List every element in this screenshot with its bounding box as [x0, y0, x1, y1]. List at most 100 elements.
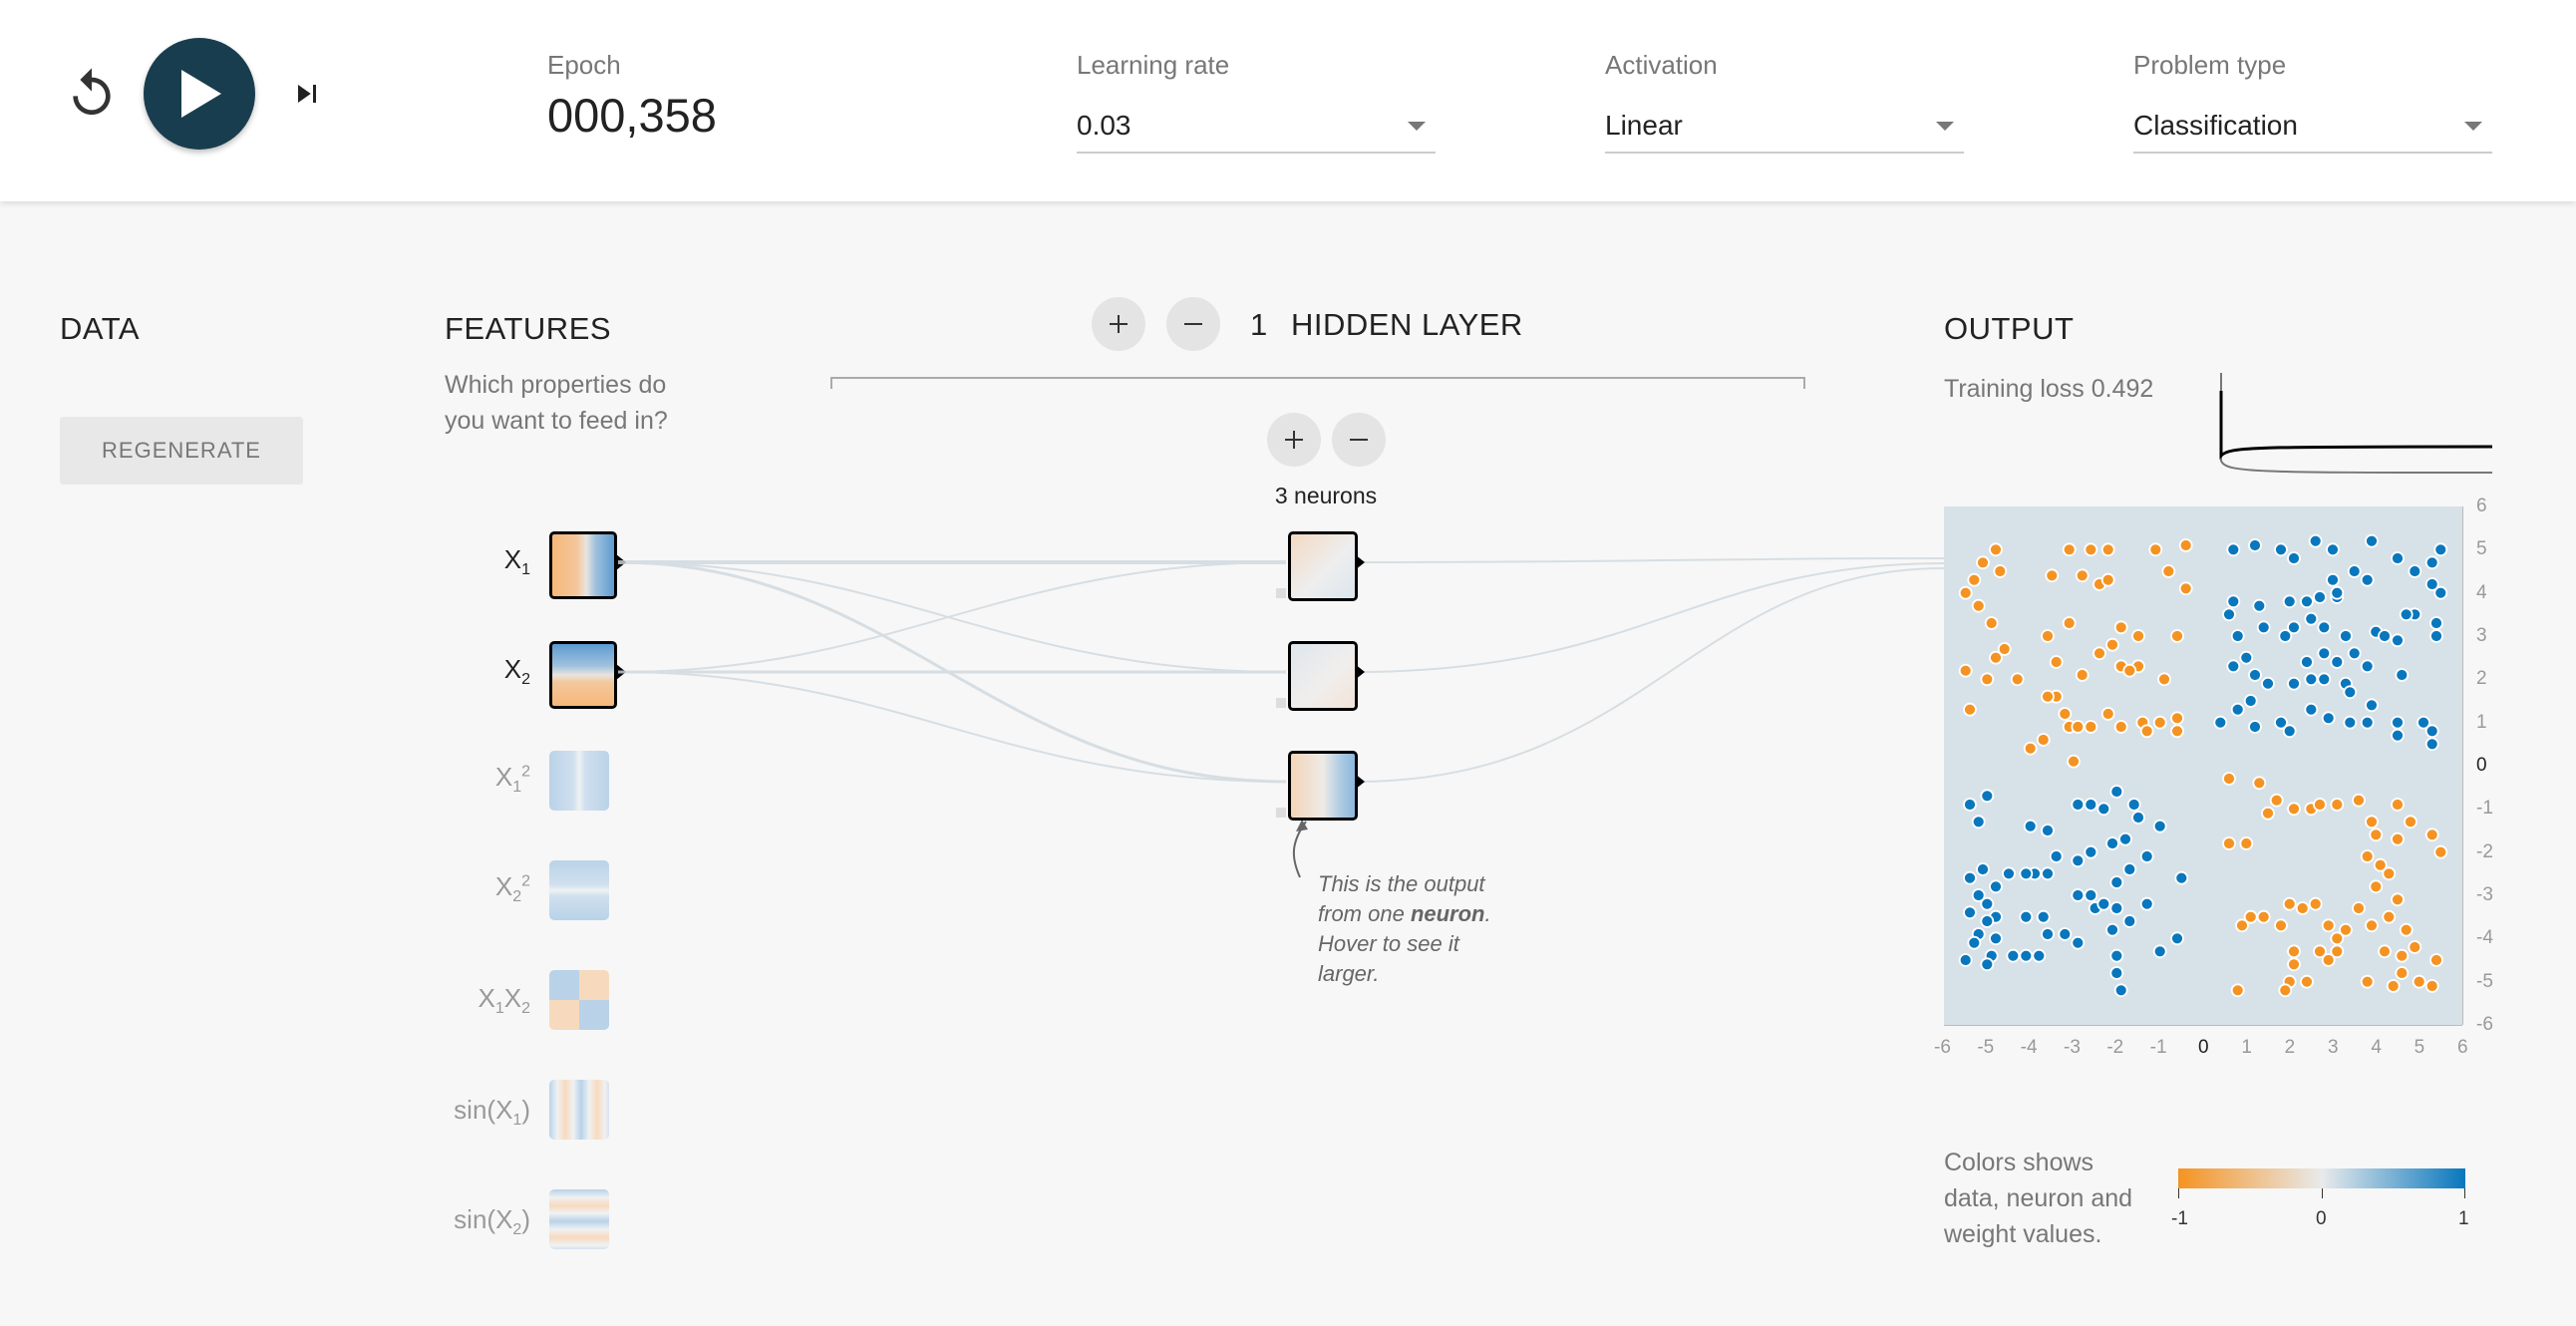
data-point-orange [2378, 944, 2392, 959]
step-button[interactable] [289, 76, 325, 112]
hidden-neuron-3[interactable] [1288, 751, 1358, 821]
data-point-orange [2408, 940, 2422, 954]
data-point-blue [2248, 720, 2262, 734]
data-point-blue [2321, 711, 2336, 726]
data-point-orange [2084, 542, 2098, 557]
data-point-orange [2230, 983, 2245, 998]
data-point-blue [2058, 927, 2073, 941]
x-tick-label: -5 [1977, 1037, 1995, 1058]
data-point-orange [2131, 629, 2145, 643]
data-point-blue [2084, 798, 2098, 812]
data-point-orange [1971, 598, 1986, 613]
dropdown-caret-icon [1408, 122, 1426, 131]
data-point-blue [1967, 935, 1982, 950]
data-point-orange [2075, 668, 2090, 682]
play-button[interactable] [144, 38, 255, 150]
data-point-orange [2222, 772, 2236, 786]
data-point-blue [2360, 659, 2375, 674]
y-tick-label: 3 [2476, 625, 2487, 646]
data-point-orange [2113, 720, 2128, 734]
data-point-blue [2317, 620, 2332, 635]
x-tick-label: -3 [2064, 1037, 2081, 1058]
note-line: Hover to see it [1318, 931, 1459, 956]
data-point-orange [2100, 542, 2115, 557]
data-point-blue [2071, 935, 2086, 950]
data-point-blue [2109, 966, 2124, 980]
x-axis-line [1944, 1025, 2462, 1026]
data-point-orange [2041, 629, 2055, 643]
data-point-orange [2100, 707, 2115, 721]
data-point-blue [2317, 646, 2332, 661]
data-point-orange [2424, 828, 2439, 842]
data-point-orange [2330, 798, 2345, 812]
data-point-orange [2321, 918, 2336, 933]
data-point-orange [2282, 896, 2297, 911]
x-tick-label: -6 [1934, 1037, 1951, 1058]
color-scale-tick [2178, 1188, 2179, 1198]
data-point-blue [2424, 737, 2439, 752]
data-point-orange [2278, 983, 2293, 998]
y-tick-label: -4 [2476, 927, 2493, 949]
data-point-blue [2424, 555, 2439, 570]
x-tick-label: 6 [2457, 1037, 2468, 1058]
data-point-blue [2105, 836, 2119, 850]
data-point-blue [2282, 724, 2297, 739]
data-point-blue [2113, 983, 2128, 998]
data-point-blue [2109, 901, 2124, 915]
x-tick-label: -1 [2149, 1037, 2167, 1058]
data-point-orange [2062, 542, 2077, 557]
data-point-blue [2041, 866, 2055, 881]
data-point-blue [2041, 824, 2055, 837]
data-point-orange [1989, 542, 2003, 557]
problem-type-select[interactable]: Classification [2133, 104, 2492, 154]
activation-select[interactable]: Linear [1605, 104, 1964, 154]
learning-rate-select[interactable]: 0.03 [1077, 104, 1436, 154]
data-point-blue [2347, 564, 2362, 578]
data-point-blue [2213, 715, 2228, 730]
epoch-label: Epoch [547, 50, 621, 80]
y-tick-label: 1 [2476, 711, 2487, 733]
data-point-orange [2010, 672, 2025, 687]
reset-button[interactable] [64, 66, 120, 122]
y-tick-label: -3 [2476, 884, 2493, 905]
color-scale-max: 1 [2458, 1208, 2469, 1229]
data-point-orange [2321, 953, 2336, 967]
data-point-orange [2084, 720, 2098, 734]
data-point-orange [2113, 620, 2128, 635]
data-point-blue [2096, 802, 2111, 817]
data-point-blue [2343, 685, 2358, 700]
data-point-blue [1989, 931, 2003, 946]
data-point-orange [2178, 581, 2193, 596]
data-point-blue [2118, 831, 2132, 846]
data-point-orange [1976, 555, 1990, 570]
legend-line: Colors shows [1944, 1149, 2094, 1176]
data-point-blue [2071, 798, 2086, 812]
data-point-blue [2019, 948, 2034, 963]
output-plot[interactable] [1944, 506, 2462, 1025]
data-point-orange [2122, 663, 2137, 678]
data-point-blue [2313, 590, 2327, 604]
data-point-orange [2105, 637, 2119, 652]
data-point-orange [2100, 572, 2115, 587]
dropdown-caret-icon [1936, 122, 1954, 131]
data-point-orange [2139, 724, 2154, 739]
data-point-blue [2395, 668, 2410, 682]
data-point-orange [2365, 918, 2379, 933]
y-tick-label: 2 [2476, 668, 2487, 690]
data-point-blue [2226, 594, 2241, 609]
x-tick-label: -2 [2106, 1037, 2124, 1058]
data-point-orange [2062, 616, 2077, 630]
neuron-output-arrow-icon [1355, 554, 1365, 570]
x-tick-label: 5 [2414, 1037, 2425, 1058]
data-point-orange [2093, 646, 2106, 661]
data-point-blue [2300, 655, 2314, 669]
hidden-neuron-2[interactable] [1288, 641, 1358, 711]
hidden-neuron-1[interactable] [1288, 531, 1358, 601]
data-point-orange [2269, 793, 2284, 808]
x-tick-label: 4 [2371, 1037, 2382, 1058]
data-point-blue [2152, 944, 2167, 959]
data-point-orange [2287, 802, 2301, 817]
data-point-blue [1976, 862, 1990, 876]
y-tick-label: 4 [2476, 581, 2487, 603]
data-point-orange [2161, 564, 2176, 578]
